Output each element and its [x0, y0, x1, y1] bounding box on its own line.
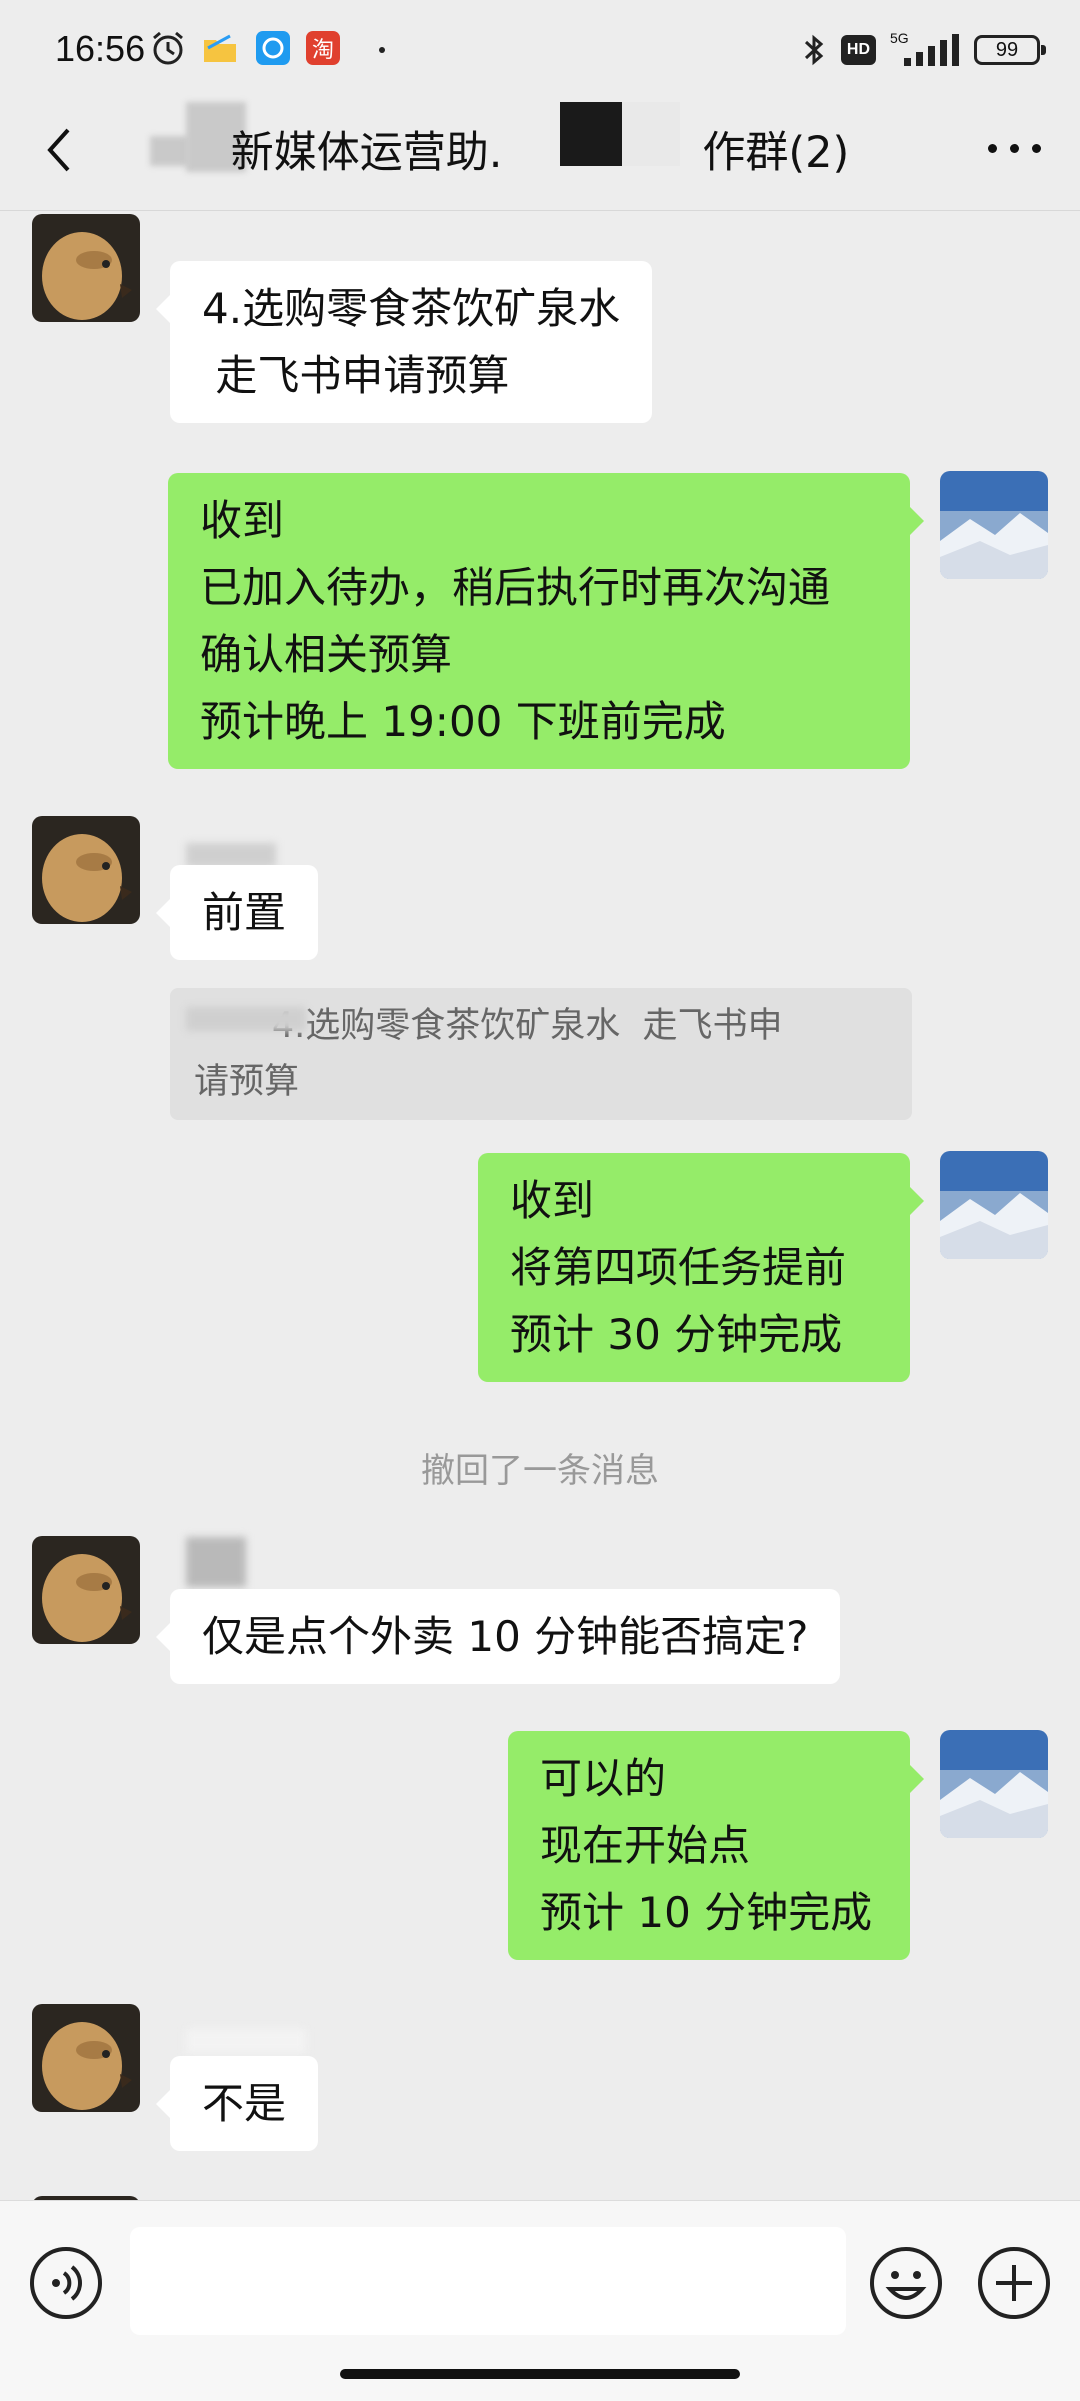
sender-name-redacted	[186, 2029, 306, 2053]
chat-title-part1: 新媒体运营助	[230, 128, 489, 178]
chat-header: 新媒体运营助. 作群(2)	[0, 100, 1080, 211]
recall-notice: 撤回了一条消息	[421, 1451, 659, 1491]
signal-icon: 5G	[890, 30, 960, 70]
message-bubble[interactable]: 不是	[155, 2056, 319, 2151]
browser-icon	[256, 31, 290, 65]
quote-name-redacted	[186, 1007, 306, 1031]
chat-title-part2: 作群(2)	[702, 128, 850, 178]
home-indicator[interactable]	[340, 2369, 740, 2379]
message-bubble[interactable]: 收到 将第四项任务提前 预计 30 分钟完成	[478, 1153, 924, 1382]
message-bubble[interactable]: 仅是点个外卖 10 分钟能否搞定?	[155, 1589, 841, 1684]
emoji-icon[interactable]	[868, 2245, 944, 2321]
sender-name-redacted	[186, 1537, 246, 1587]
title-redaction-dark	[560, 102, 622, 166]
status-time: 16:56	[55, 28, 146, 69]
chat-title-sep: .	[488, 128, 503, 178]
avatar[interactable]	[940, 1730, 1048, 1838]
alarm-icon	[153, 31, 183, 65]
voice-icon[interactable]	[28, 2245, 104, 2321]
message-bubble[interactable]: 4.选购零食茶饮矿泉水 走飞书申请预算	[155, 261, 653, 423]
taobao-icon-text: 淘	[312, 38, 334, 63]
status-right-group: HD 5G 99	[801, 30, 1046, 70]
title-redaction	[622, 102, 680, 166]
avatar[interactable]	[940, 1151, 1048, 1259]
avatar[interactable]	[32, 214, 140, 322]
battery-icon: 99	[974, 35, 1046, 65]
plus-icon[interactable]	[976, 2245, 1052, 2321]
battery-level: 99	[995, 39, 1019, 61]
bluetooth-icon	[804, 34, 824, 66]
folder-icon	[204, 34, 236, 62]
taobao-icon: 淘	[306, 31, 340, 65]
hd-icon: HD	[840, 35, 876, 65]
message-input[interactable]	[130, 2227, 846, 2335]
more-options-icon[interactable]	[986, 136, 1046, 156]
avatar[interactable]	[32, 2004, 140, 2112]
status-bar: 16:56 淘 HD 5G 99	[0, 0, 1080, 100]
message-bubble[interactable]: 可以的 现在开始点 预计 10 分钟完成	[508, 1731, 924, 1960]
network-type: 5G	[890, 30, 909, 46]
dot-icon	[379, 47, 385, 53]
avatar[interactable]	[32, 1536, 140, 1644]
avatar[interactable]	[940, 471, 1048, 579]
chat-title[interactable]: 新媒体运营助. 作群(2)	[0, 118, 1080, 180]
message-bubble[interactable]: 收到 已加入待办，稍后执行时再次沟通 确认相关预算 预计晚上 19:00 下班前…	[168, 473, 924, 769]
message-bubble[interactable]: 前置	[155, 865, 319, 960]
message-list[interactable]: 4.选购零食茶饮矿泉水 走飞书申请预算 收到 已加入待办，稍后执行时再次沟通 确…	[0, 211, 1080, 2201]
avatar[interactable]	[32, 816, 140, 924]
sender-name-redacted	[186, 843, 276, 867]
